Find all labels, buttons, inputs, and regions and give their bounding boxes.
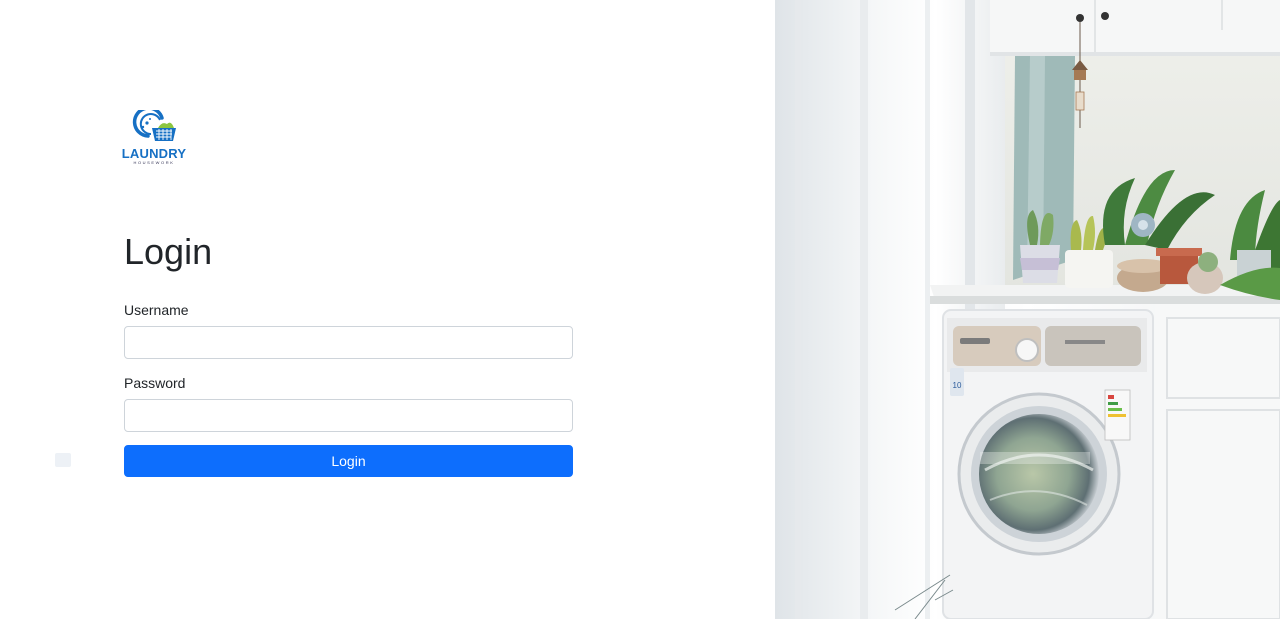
username-input[interactable] bbox=[124, 326, 573, 359]
svg-text:10: 10 bbox=[953, 381, 962, 390]
laundry-logo-icon bbox=[132, 110, 176, 141]
password-label: Password bbox=[124, 375, 186, 391]
password-input[interactable] bbox=[124, 399, 573, 432]
brand-logo: LAUNDRY HOUSEWORK bbox=[118, 110, 190, 168]
username-label: Username bbox=[124, 302, 189, 318]
laundry-room-photo: 10 bbox=[775, 0, 1280, 619]
brand-tagline: HOUSEWORK bbox=[133, 160, 175, 165]
faded-image-icon bbox=[55, 453, 71, 467]
login-button[interactable]: Login bbox=[124, 445, 573, 477]
login-panel: LAUNDRY HOUSEWORK Login Username Passwor… bbox=[0, 0, 775, 619]
laundry-room-illustration-icon: 10 bbox=[775, 0, 1280, 619]
page-title: Login bbox=[124, 231, 213, 272]
brand-name: LAUNDRY bbox=[121, 146, 187, 161]
